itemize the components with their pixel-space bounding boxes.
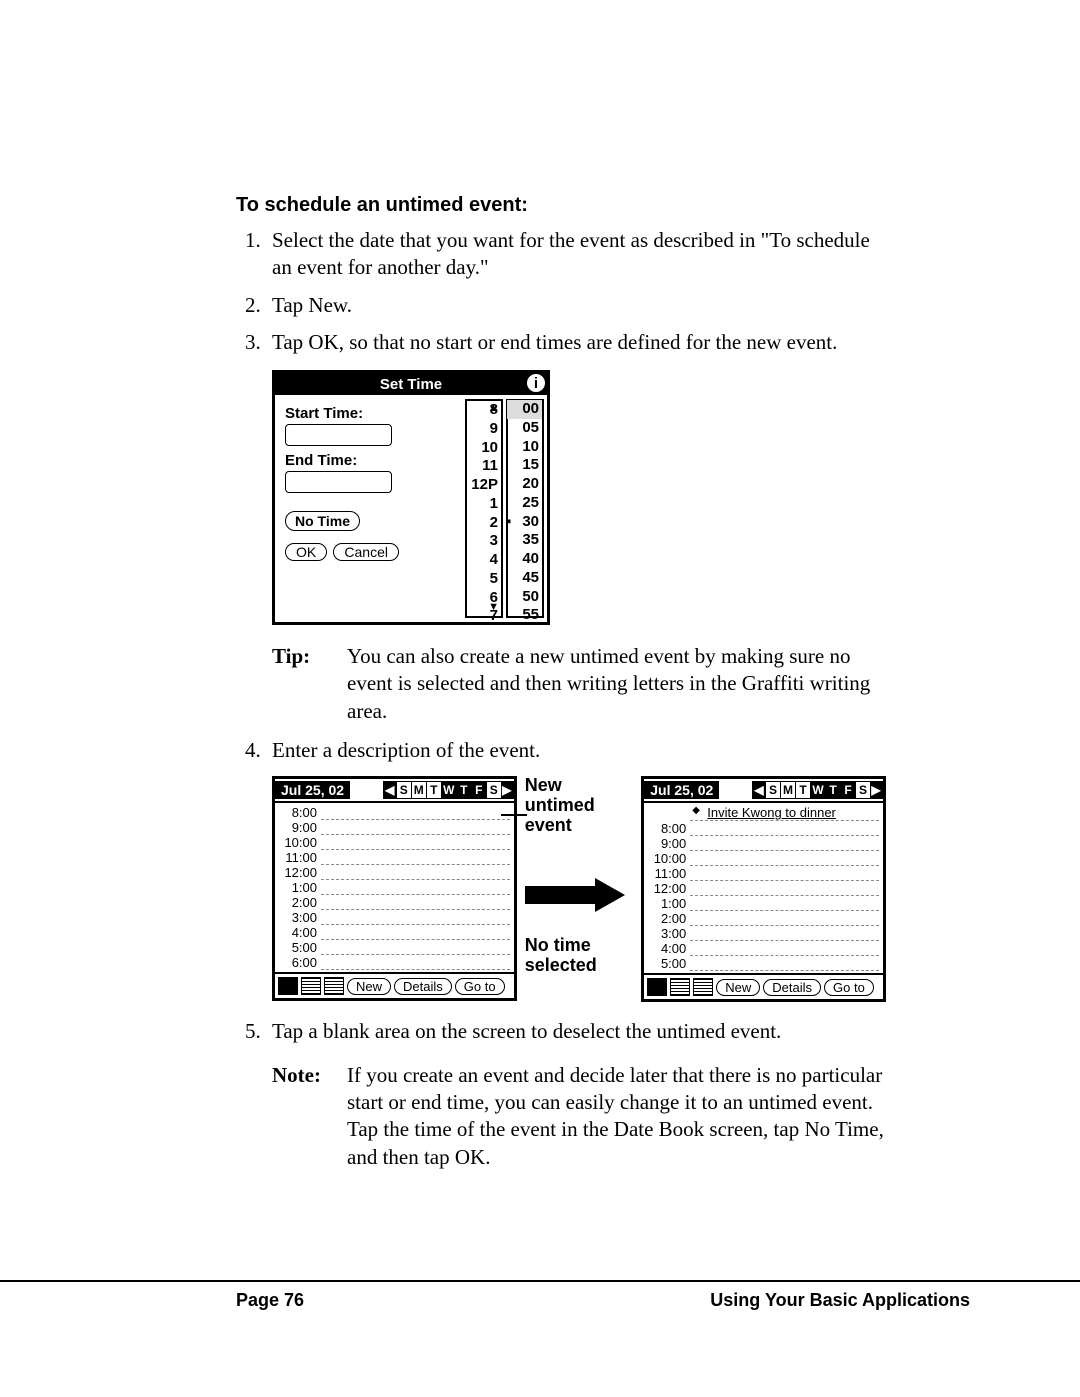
date-label: Jul 25, 02 [644,781,719,799]
down-arrow-icon[interactable]: ▼ [488,601,499,615]
minute-picker[interactable]: 00 05 10 15 20 25 ▪30 35 40 45 50 55 [506,399,544,618]
arrow-icon [525,878,634,912]
day-nav[interactable]: ◀ S M T W T F S ▶ [383,781,514,799]
cancel-button[interactable]: Cancel [333,543,399,561]
step-5: Tap a blank area on the screen to desele… [266,1018,886,1045]
step-3: Tap OK, so that no start or end times ar… [266,329,886,356]
goto-button[interactable]: Go to [455,978,505,995]
step-1: Select the date that you want for the ev… [266,227,886,282]
note-label: Note: [272,1062,347,1171]
details-button[interactable]: Details [394,978,452,995]
date-label: Jul 25, 02 [275,781,350,799]
next-icon[interactable]: ▶ [501,782,513,798]
no-time-button[interactable]: No Time [285,511,360,531]
start-time-field[interactable] [285,424,392,446]
untimed-event[interactable]: Invite Kwong to dinner [690,805,879,821]
figure-datebook: Jul 25, 02 ◀ S M T W T F S ▶ 8:00 [272,776,886,1002]
goto-button[interactable]: Go to [824,979,874,996]
pda-left: Jul 25, 02 ◀ S M T W T F S ▶ 8:00 [272,776,517,1001]
end-time-label: End Time: [285,452,461,469]
note-text: If you create an event and decide later … [347,1062,886,1171]
view-month-icon[interactable] [324,977,344,995]
prev-icon[interactable]: ◀ [384,782,396,798]
details-button[interactable]: Details [763,979,821,996]
info-icon: i [527,374,545,392]
tip-text: You can also create a new untimed event … [347,643,886,725]
pda-right: Jul 25, 02 ◀ S M T W T F S ▶ Invite Kwon… [641,776,886,1002]
start-time-label: Start Time: [285,405,461,422]
dialog-title: Set Time [380,376,442,393]
prev-icon[interactable]: ◀ [753,782,765,798]
ok-button[interactable]: OK [285,543,327,561]
callout-no-time: No time selected [525,936,634,976]
up-arrow-icon[interactable]: ▲ [488,402,499,416]
figure-set-time: Set Time i Start Time: End Time: No Time… [272,370,550,625]
callout-new-untimed: New untimed event [525,776,634,835]
page-number: Page 76 [236,1290,304,1311]
view-month-icon[interactable] [693,978,713,996]
end-time-field[interactable] [285,471,392,493]
new-button[interactable]: New [716,979,760,996]
view-week-icon[interactable] [301,977,321,995]
next-icon[interactable]: ▶ [870,782,882,798]
view-week-icon[interactable] [670,978,690,996]
footer-title: Using Your Basic Applications [710,1290,970,1311]
step-2: Tap New. [266,292,886,319]
view-day-icon[interactable] [647,978,667,996]
view-day-icon[interactable] [278,977,298,995]
day-nav[interactable]: ◀ S M T W T F S ▶ [752,781,883,799]
connector-line [501,814,527,816]
step-4: Enter a description of the event. [266,737,886,764]
tip-label: Tip: [272,643,347,725]
new-button[interactable]: New [347,978,391,995]
section-heading: To schedule an untimed event: [236,194,886,217]
hour-picker[interactable]: ▲ 8 9 10 11 12P 1 2 3 4 5 6 7 ▼ [465,399,503,618]
